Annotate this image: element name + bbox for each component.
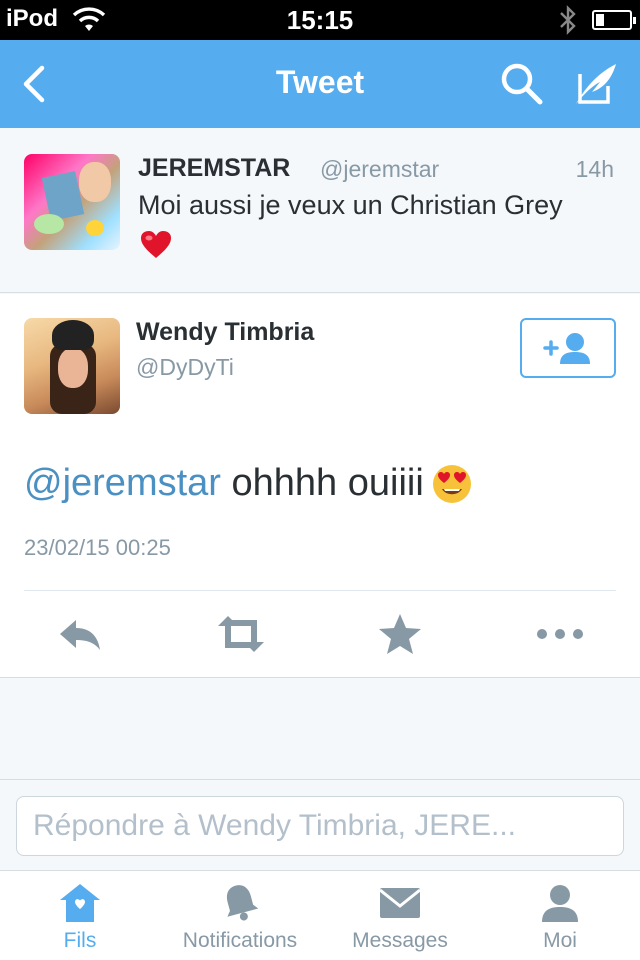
tweet-body: ohhhh ouiiii (220, 462, 424, 504)
tab-notifications[interactable]: Notifications (160, 870, 320, 960)
tab-label: Moi (543, 929, 577, 952)
tab-home[interactable]: Fils (0, 870, 160, 960)
reply-icon[interactable] (56, 612, 104, 656)
envelope-icon (379, 888, 421, 918)
parent-author-name[interactable]: JEREMSTAR (138, 154, 290, 183)
home-icon (60, 884, 100, 922)
author-handle[interactable]: @DyDyTi (136, 354, 234, 381)
reply-input[interactable] (16, 796, 624, 856)
tweet-text: @jeremstar ohhhh ouiiii (24, 462, 424, 505)
parent-author-handle[interactable]: @jeremstar (320, 156, 439, 183)
divider (24, 590, 616, 591)
user-icon (542, 885, 578, 922)
tab-label: Messages (352, 929, 448, 952)
heart-eyes-emoji-icon (433, 465, 471, 503)
star-icon[interactable] (376, 612, 424, 656)
red-heart-icon (141, 231, 171, 258)
status-bar: iPod 15:15 (0, 0, 640, 40)
tab-label: Fils (63, 929, 97, 952)
add-user-icon (543, 333, 590, 364)
compose-feather-icon[interactable] (570, 60, 620, 108)
follow-button[interactable] (520, 318, 616, 378)
avatar[interactable] (24, 318, 120, 414)
parent-tweet-text: Moi aussi je veux un Christian Grey (138, 190, 563, 220)
retweet-icon[interactable] (214, 612, 268, 656)
tab-me[interactable]: Moi (480, 870, 640, 960)
search-icon[interactable] (498, 60, 546, 108)
status-time: 15:15 (286, 5, 354, 35)
author-name[interactable]: Wendy Timbria (136, 318, 314, 347)
bell-icon (226, 885, 259, 921)
nav-bar: Tweet (0, 40, 640, 128)
parent-timestamp: 14h (575, 156, 614, 182)
bluetooth-icon (560, 5, 576, 35)
tweet-timestamp: 23/02/15 00:25 (24, 535, 171, 560)
content-gap (0, 678, 640, 780)
mention-link[interactable]: @jeremstar (24, 462, 221, 504)
battery-icon (592, 10, 636, 30)
avatar[interactable] (24, 154, 120, 250)
tab-messages[interactable]: Messages (320, 870, 480, 960)
more-dots-icon[interactable] (534, 612, 586, 656)
tab-label: Notifications (182, 929, 298, 952)
